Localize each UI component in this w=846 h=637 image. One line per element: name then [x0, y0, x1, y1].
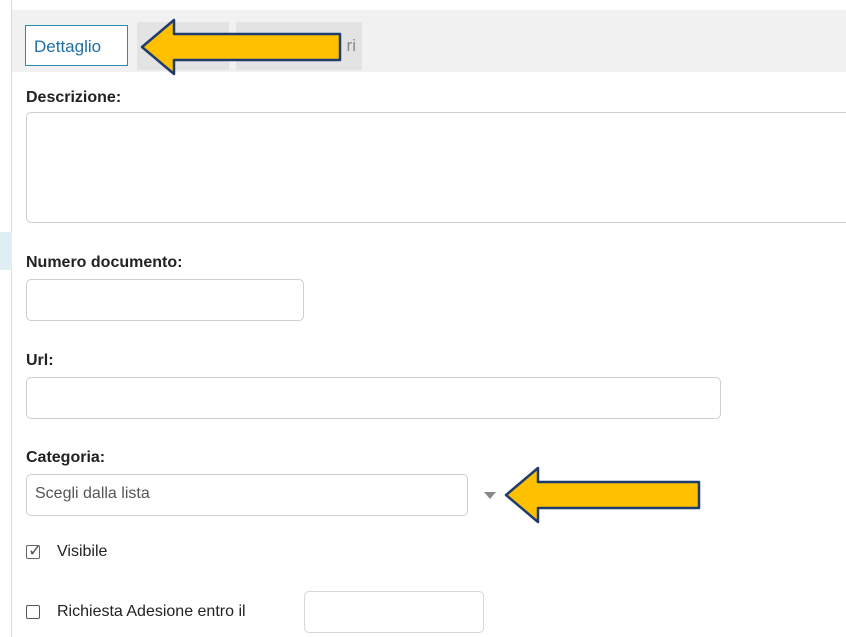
richiesta-date-input[interactable] — [304, 591, 484, 633]
numero-documento-label: Numero documento: — [26, 254, 183, 271]
richiesta-checkbox[interactable] — [26, 605, 40, 619]
numero-documento-input[interactable] — [26, 279, 304, 321]
url-label: Url: — [26, 352, 54, 369]
categoria-label: Categoria: — [26, 449, 106, 466]
annotation-arrow-tab — [140, 18, 342, 76]
tab-bar: Dettaglio ri — [12, 10, 846, 72]
annotation-arrow-dropdown — [504, 466, 701, 524]
visibile-checkbox[interactable]: ✓ — [26, 541, 42, 560]
left-panel-border — [11, 0, 12, 637]
tab-dettaglio[interactable]: Dettaglio — [25, 25, 128, 66]
visibile-label: Visibile — [57, 543, 108, 560]
descrizione-label: Descrizione: — [26, 89, 122, 106]
chevron-down-icon[interactable] — [484, 492, 496, 499]
url-input[interactable] — [26, 377, 721, 419]
richiesta-label: Richiesta Adesione entro il — [57, 603, 246, 620]
categoria-select[interactable]: Scegli dalla lista — [26, 474, 468, 516]
descrizione-textarea[interactable] — [26, 112, 846, 223]
categoria-placeholder: Scegli dalla lista — [35, 485, 150, 502]
checkmark-icon: ✓ — [28, 541, 43, 560]
left-panel-accent — [0, 232, 12, 270]
